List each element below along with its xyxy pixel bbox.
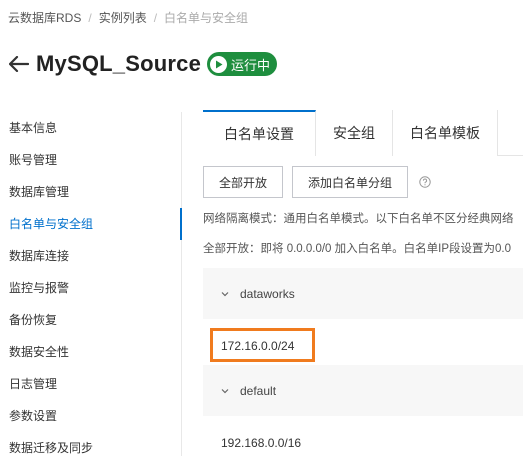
sidebar-item-label: 账号管理 <box>9 153 58 167</box>
play-icon <box>210 55 228 73</box>
add-whitelist-group-button[interactable]: 添加白名单分组 <box>292 166 409 198</box>
sidebar-item-databases[interactable]: 数据库管理 <box>0 176 181 208</box>
breadcrumb-instance-list[interactable]: 实例列表 <box>99 11 147 25</box>
sidebar-item-monitoring[interactable]: 监控与报警 <box>0 272 181 304</box>
sidebar-item-logs[interactable]: 日志管理 <box>0 368 181 400</box>
whitelist-group-name: default <box>240 383 277 398</box>
network-mode-description: 网络隔离模式：通用白名单模式。以下白名单不区分经典网络 <box>203 213 514 225</box>
sidebar-nav: 基本信息 账号管理 数据库管理 白名单与安全组 数据库连接 监控与报警 备份恢复… <box>0 112 182 456</box>
sidebar-item-label: 备份恢复 <box>9 313 58 327</box>
breadcrumb-current: 白名单与安全组 <box>164 11 249 25</box>
sidebar-item-backup[interactable]: 备份恢复 <box>0 304 181 336</box>
breadcrumb-separator: / <box>153 11 158 25</box>
open-all-description: 全部开放：即将 0.0.0.0/0 加入白名单。白名单IP段设置为0.0 <box>203 243 511 255</box>
sidebar-item-label: 白名单与安全组 <box>9 217 94 231</box>
status-badge: 运行中 <box>207 52 278 76</box>
sidebar-item-parameters[interactable]: 参数设置 <box>0 400 181 432</box>
whitelist-ip-value: 192.168.0.0/16 <box>221 436 302 450</box>
sidebar-item-label: 数据安全性 <box>9 345 70 359</box>
arrow-left-icon[interactable] <box>8 53 30 75</box>
chevron-down-icon <box>220 386 230 396</box>
action-bar: 全部开放 添加白名单分组 <box>203 166 431 198</box>
tab-whitelist-template[interactable]: 白名单模板 <box>393 110 498 156</box>
sidebar-item-whitelist-security[interactable]: 白名单与安全组 <box>0 208 182 240</box>
whitelist-group-name: dataworks <box>240 286 295 301</box>
title-row: MySQL_Source 运行中 <box>8 48 278 80</box>
chevron-down-icon <box>220 289 230 299</box>
help-circle-icon[interactable] <box>419 176 431 188</box>
tab-bar: 白名单设置 安全组 白名单模板 <box>203 110 523 156</box>
sidebar-item-label: 数据迁移及同步 <box>9 441 94 455</box>
whitelist-group-header-dataworks[interactable]: dataworks <box>203 268 523 319</box>
status-label: 运行中 <box>231 57 271 73</box>
sidebar-item-label: 数据库连接 <box>9 249 70 263</box>
breadcrumb-rds[interactable]: 云数据库RDS <box>8 11 81 25</box>
sidebar-item-data-security[interactable]: 数据安全性 <box>0 336 181 368</box>
sidebar-item-label: 日志管理 <box>9 377 58 391</box>
sidebar-item-label: 数据库管理 <box>9 185 70 199</box>
whitelist-group-header-default[interactable]: default <box>203 365 523 416</box>
main-panel: 白名单设置 安全组 白名单模板 全部开放 添加白名单分组 网络隔离模式：通用白名… <box>203 110 523 456</box>
ip-highlight-box <box>210 328 315 362</box>
sidebar-item-basic-info[interactable]: 基本信息 <box>0 112 181 144</box>
sidebar-item-label: 监控与报警 <box>9 281 70 295</box>
tab-security-group[interactable]: 安全组 <box>316 110 393 156</box>
page-title: MySQL_Source <box>36 51 202 76</box>
sidebar-item-label: 参数设置 <box>9 409 58 423</box>
whitelist-group-body-default: 192.168.0.0/16 <box>203 416 523 456</box>
breadcrumb: 云数据库RDS / 实例列表 / 白名单与安全组 <box>8 9 248 26</box>
sidebar-item-label: 基本信息 <box>9 121 58 135</box>
sidebar-item-connection[interactable]: 数据库连接 <box>0 240 181 272</box>
breadcrumb-separator: / <box>88 11 92 25</box>
sidebar-item-accounts[interactable]: 账号管理 <box>0 144 181 176</box>
enable-all-button[interactable]: 全部开放 <box>203 166 284 198</box>
sidebar-item-migration[interactable]: 数据迁移及同步 <box>0 432 181 456</box>
tab-whitelist-settings[interactable]: 白名单设置 <box>203 110 316 156</box>
